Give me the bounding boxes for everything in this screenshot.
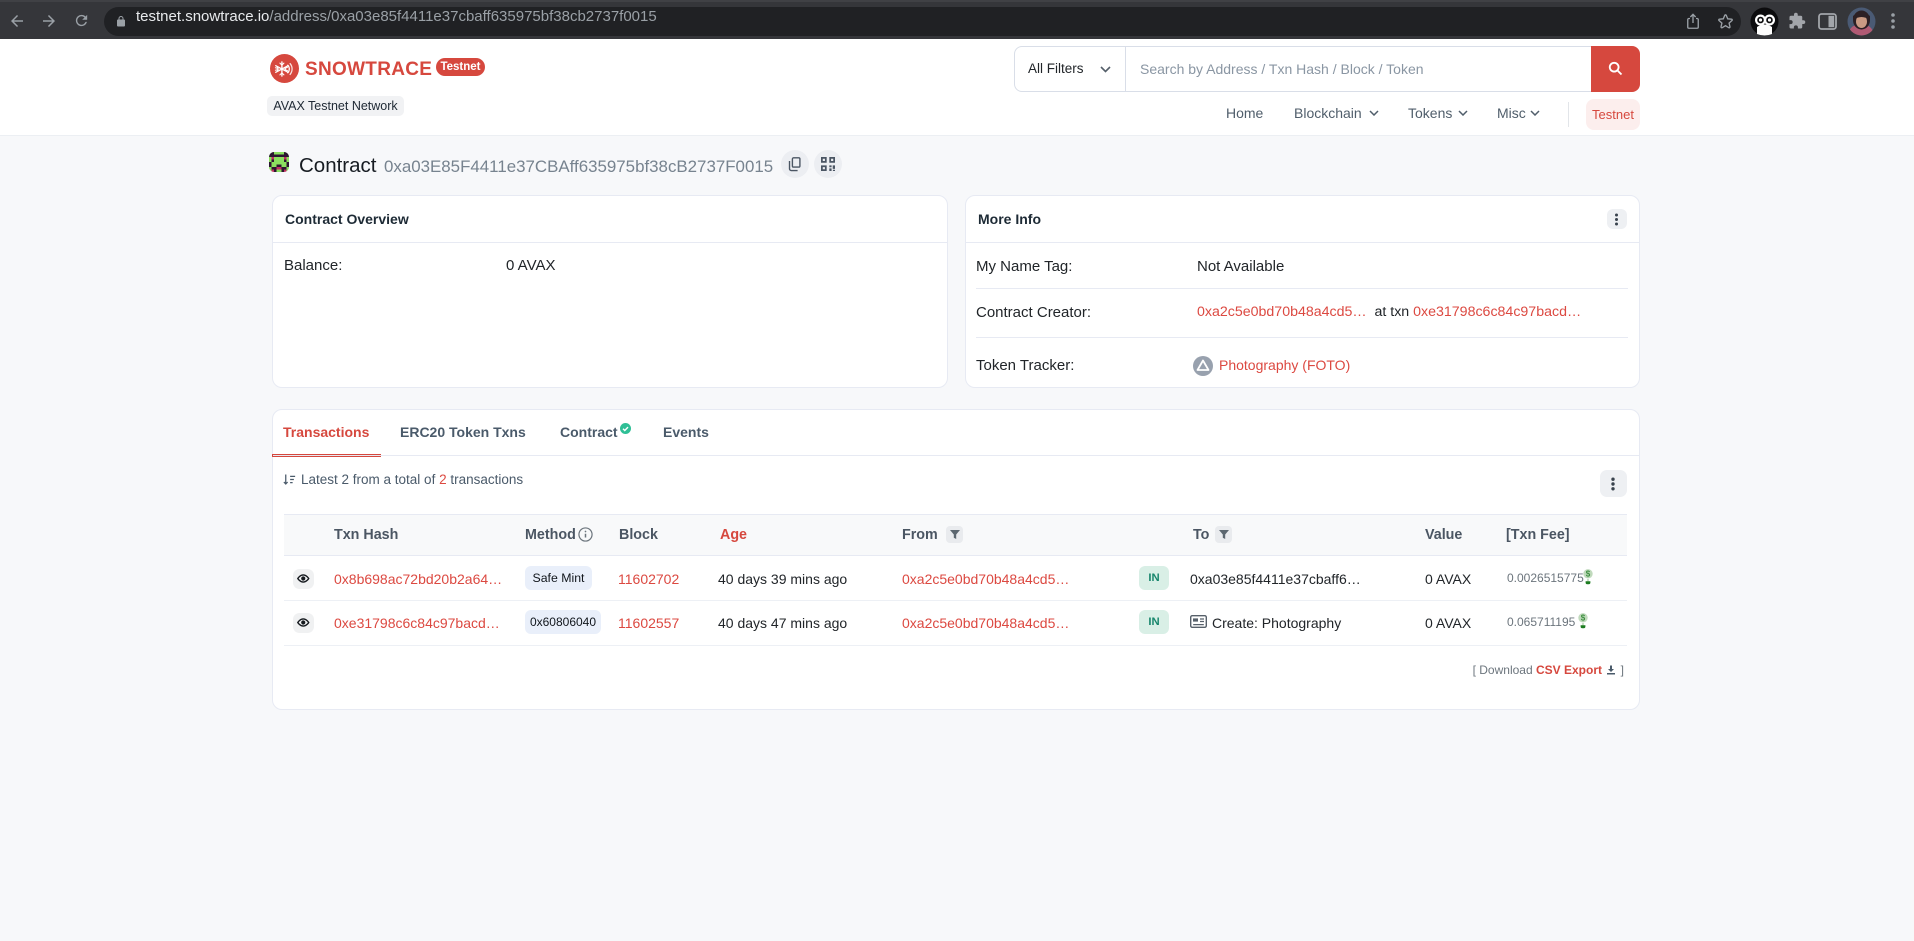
svg-text:$: $ [1586,570,1591,579]
svg-text:$: $ [1581,614,1586,623]
